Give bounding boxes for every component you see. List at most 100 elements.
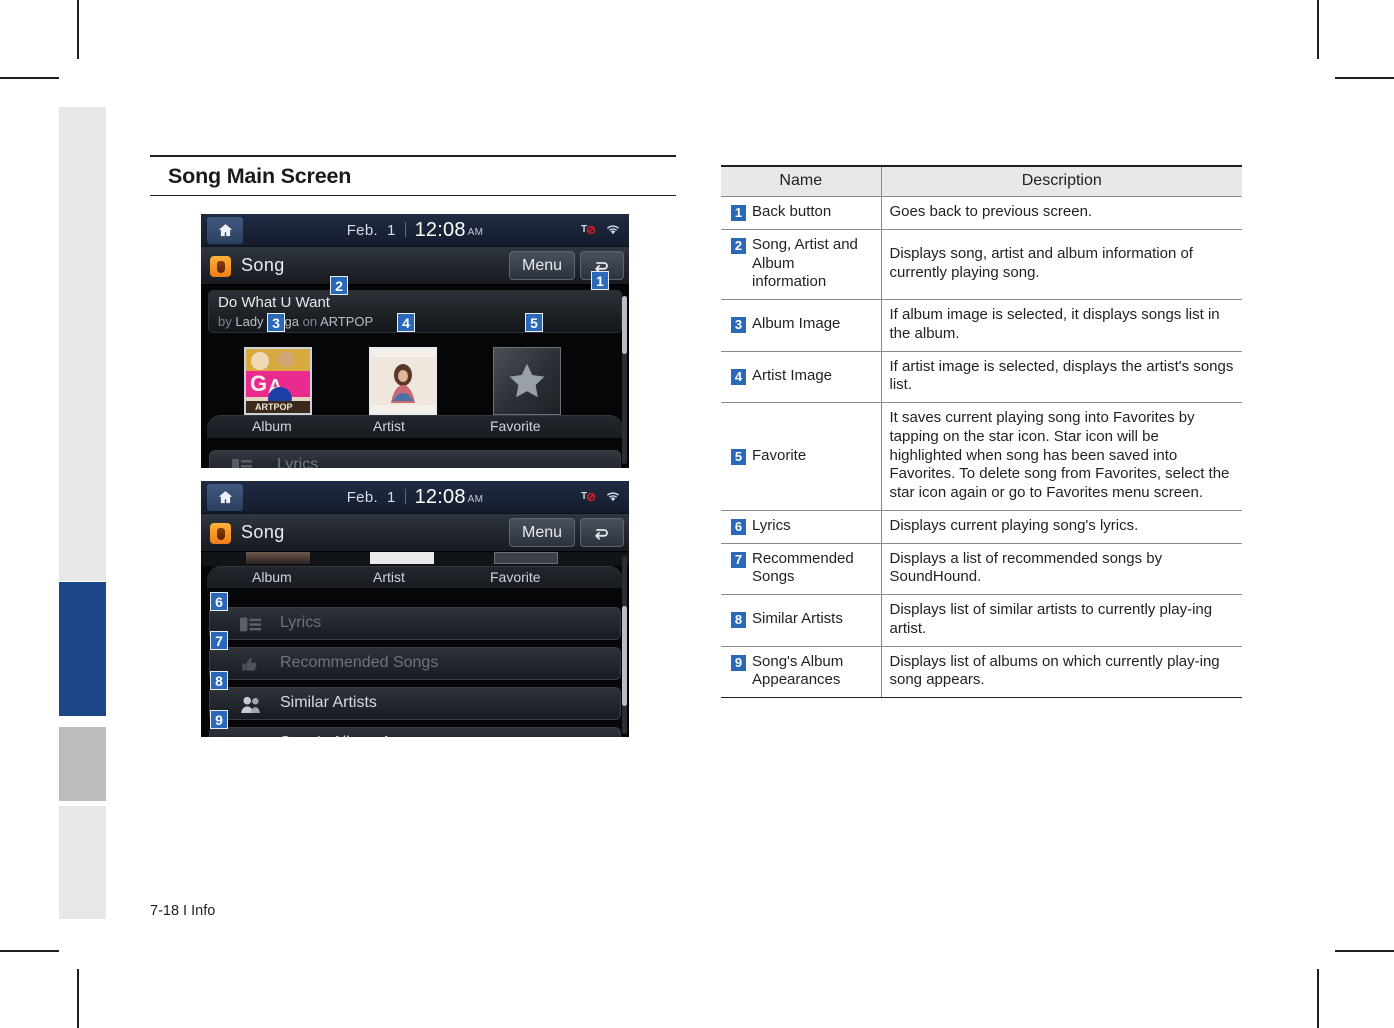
lyrics-icon	[232, 459, 252, 468]
table-cell-name: 8 Similar Artists	[721, 594, 882, 647]
row-name-text: Similar Artists	[752, 610, 843, 628]
app-title-bar-1: Song Menu	[201, 247, 629, 285]
list-label-songs-album-appearances: Song's Album Appearances	[280, 734, 475, 737]
row-number-badge: 7	[731, 551, 746, 568]
tile-label-artist: Artist	[373, 418, 405, 434]
list-item-songs-album-appearances[interactable]: Song's Album Appearances	[209, 727, 621, 737]
on-label: on	[302, 314, 318, 329]
svg-text:T: T	[581, 224, 587, 235]
status-ampm-1: AM	[467, 227, 484, 238]
favorite-thumb-sliver	[494, 552, 558, 564]
scrollbar-thumb-1[interactable]	[622, 296, 627, 354]
list-label-recommended-songs: Recommended Songs	[280, 654, 439, 671]
table-cell-name: 1 Back button	[721, 196, 882, 230]
by-label: by	[218, 314, 232, 329]
album-art-image[interactable]: G A ARTPOP	[244, 347, 312, 415]
tile-row: G A ARTPOP	[201, 333, 629, 415]
status-month-1: Feb.	[346, 222, 378, 239]
table-row: 9 Song's Album Appearances Displays list o…	[721, 646, 1242, 698]
table-row: 2 Song, Artist and Album information Displ…	[721, 229, 1242, 301]
list-label-lyrics: Lyrics	[280, 614, 322, 631]
antenna-off-icon-2: T	[581, 489, 596, 508]
row-number-badge: 8	[731, 612, 746, 629]
row-number-badge: 6	[731, 518, 746, 535]
crop-mark-top-right-h	[1335, 77, 1394, 79]
row-number-badge: 2	[731, 237, 746, 254]
star-icon[interactable]	[493, 347, 561, 415]
callout-badge-5: 5	[525, 313, 543, 332]
thumbs-up-icon	[240, 655, 261, 674]
row-number-badge: 4	[731, 368, 746, 385]
back-arrow-icon-2[interactable]	[580, 518, 624, 547]
table-header-name: Name	[721, 166, 882, 197]
list-label-similar-artists: Similar Artists	[280, 694, 377, 711]
status-day-1: 1	[386, 222, 396, 239]
table-cell-description: If artist image is selected, displays th…	[881, 351, 1242, 403]
status-time-1: 12:08	[414, 219, 466, 241]
row-name-text: Song's Album Appearances	[752, 652, 844, 689]
list-item-recommended-songs[interactable]: Recommended Songs	[209, 647, 621, 680]
crop-mark-top-left-v	[77, 0, 79, 59]
row-name-text: Lyrics	[752, 516, 791, 534]
table-cell-name: 5 Favorite	[721, 402, 882, 511]
partially-scrolled-tiles	[201, 552, 629, 566]
table-body: 1 Back button Goes back to previous screen…	[721, 196, 1242, 698]
table-cell-name: 6 Lyrics	[721, 510, 882, 544]
now-playing-artist-album: by Lady Gaga on ARTPOP	[218, 314, 373, 329]
status-bar-2: Feb. 1 12:08 AM T	[201, 481, 629, 514]
margin-tab-current-chapter	[59, 582, 106, 716]
callout-badge-6: 6	[210, 592, 228, 611]
crop-mark-top-left-h	[0, 77, 59, 79]
crop-mark-top-right-v	[1317, 0, 1319, 59]
antenna-off-icon: T	[581, 222, 596, 241]
table-header-description: Description	[881, 166, 1242, 197]
crop-mark-bottom-right-v	[1317, 969, 1319, 1028]
callout-badge-1: 1	[591, 271, 609, 290]
row-number-badge: 9	[731, 654, 746, 671]
list-item-similar-artists[interactable]: Similar Artists	[209, 687, 621, 720]
app-title-2: Song	[241, 522, 285, 542]
crop-mark-bottom-left-h	[0, 950, 59, 952]
manual-page: Song Main Screen Feb.112:08AM T Song	[0, 0, 1394, 1028]
app-title-bar-2: Song Menu	[201, 514, 629, 552]
tile-label-album-2: Album	[252, 569, 292, 585]
margin-tab-lower	[59, 806, 106, 919]
menu-button-2[interactable]: Menu	[509, 518, 575, 547]
tile-label-row-2: Album Artist Favorite	[207, 566, 623, 588]
status-time-2: 12:08	[414, 486, 466, 508]
device-screenshot-bottom: Feb. 1 12:08 AM T Song Menu Album Artist…	[201, 481, 629, 737]
lyrics-row-1[interactable]: Lyrics	[209, 450, 621, 468]
page-footer: 7-18 I Info	[150, 903, 216, 919]
crop-mark-bottom-left-v	[77, 969, 79, 1028]
table-cell-name: 3 Album Image	[721, 299, 882, 352]
row-number-badge: 3	[731, 317, 746, 334]
table-cell-name: 7 Recommended Songs	[721, 543, 882, 595]
left-column: Song Main Screen	[150, 155, 680, 196]
table-header: Name Description	[721, 166, 1242, 197]
table-row: 1 Back button Goes back to previous screen…	[721, 196, 1242, 230]
crop-mark-bottom-right-h	[1335, 950, 1394, 952]
callout-badge-7: 7	[210, 631, 228, 650]
artist-thumb-sliver	[370, 552, 434, 564]
artist-photo-image[interactable]	[369, 347, 437, 415]
status-day-2: 1	[386, 489, 396, 506]
tile-label-artist-2: Artist	[373, 569, 405, 585]
song-app-icon-2	[210, 523, 231, 544]
wifi-icon	[605, 223, 621, 241]
table-cell-description: If album image is selected, it displays …	[881, 299, 1242, 352]
table-cell-description: Goes back to previous screen.	[881, 196, 1242, 230]
tile-label-favorite-2: Favorite	[490, 569, 541, 585]
callout-description-table: Name Description 1 Back button Goes back t…	[721, 165, 1242, 698]
table-cell-description: Displays list of similar artists to curr…	[881, 594, 1242, 647]
svg-text:T: T	[581, 491, 587, 502]
margin-tab-next	[59, 727, 106, 801]
table-cell-description: Displays list of albums on which current…	[881, 646, 1242, 698]
disc-note-icon	[240, 735, 261, 737]
table-cell-description: Displays song, artist and album informat…	[881, 229, 1242, 301]
wifi-icon-2	[605, 490, 621, 508]
list-item-lyrics[interactable]: Lyrics	[209, 607, 621, 640]
scrollbar-thumb-2[interactable]	[622, 606, 627, 706]
menu-button-1[interactable]: Menu	[509, 251, 575, 280]
page-title: Song Main Screen	[168, 164, 352, 188]
now-playing-song: Do What U Want	[218, 294, 330, 311]
